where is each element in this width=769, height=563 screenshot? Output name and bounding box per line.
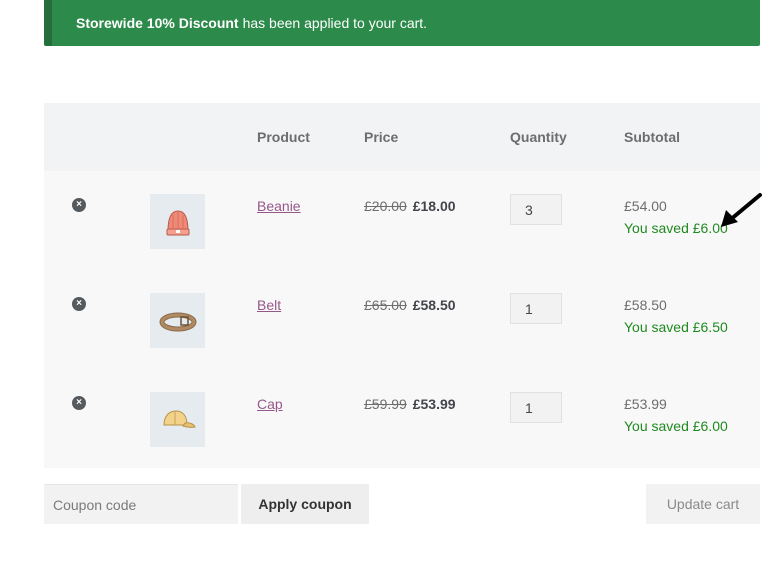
product-name-link[interactable]: Belt bbox=[257, 297, 281, 313]
remove-item-icon[interactable]: × bbox=[72, 297, 86, 311]
line-subtotal: £54.00 bbox=[624, 198, 667, 214]
product-price: £20.00 £18.00 bbox=[364, 198, 456, 214]
update-cart-button[interactable]: Update cart bbox=[646, 484, 760, 524]
sale-price: £58.50 bbox=[412, 297, 456, 313]
cap-icon bbox=[162, 409, 196, 428]
annotation-arrow-icon bbox=[721, 193, 762, 227]
sale-price: £53.99 bbox=[412, 396, 456, 412]
coupon-code-input[interactable] bbox=[44, 484, 238, 524]
sale-price: £18.00 bbox=[412, 198, 456, 214]
apply-coupon-button[interactable]: Apply coupon bbox=[241, 484, 369, 524]
product-thumbnail[interactable] bbox=[150, 194, 205, 249]
header-quantity: Quantity bbox=[510, 129, 567, 145]
header-subtotal: Subtotal bbox=[624, 129, 680, 145]
table-row: × Beanie £20.00 £18.00 £54.00 You saved … bbox=[44, 171, 760, 270]
product-thumbnail[interactable] bbox=[150, 392, 205, 447]
savings-text: You saved £6.50 bbox=[624, 319, 728, 335]
line-subtotal: £58.50 bbox=[624, 297, 667, 313]
product-price: £59.99 £53.99 bbox=[364, 396, 456, 412]
quantity-input[interactable] bbox=[510, 194, 562, 225]
belt-icon bbox=[159, 312, 196, 331]
product-price: £65.00 £58.50 bbox=[364, 297, 456, 313]
discount-notice: Storewide 10% Discount has been applied … bbox=[44, 0, 760, 46]
line-subtotal: £53.99 bbox=[624, 396, 667, 412]
table-row: × Cap £59.99 £53.99 £53.99 You saved £6.… bbox=[44, 369, 760, 468]
quantity-input[interactable] bbox=[510, 392, 562, 423]
original-price: £59.99 bbox=[364, 396, 407, 412]
savings-text: You saved £6.00 bbox=[624, 418, 728, 434]
cart-table-header: Product Price Quantity Subtotal bbox=[44, 103, 760, 171]
product-name-link[interactable]: Cap bbox=[257, 396, 283, 412]
table-row: × Belt £65.00 £58.50 £58.50 You saved £6… bbox=[44, 270, 760, 369]
header-price: Price bbox=[364, 129, 399, 145]
original-price: £65.00 bbox=[364, 297, 407, 313]
beanie-icon bbox=[166, 209, 189, 235]
savings-text: You saved £6.00 bbox=[624, 220, 728, 236]
header-product: Product bbox=[257, 129, 310, 145]
remove-item-icon[interactable]: × bbox=[72, 198, 86, 212]
notice-bold-text: Storewide 10% Discount bbox=[76, 15, 239, 31]
remove-item-icon[interactable]: × bbox=[72, 396, 86, 410]
cart-table: Product Price Quantity Subtotal × Beanie… bbox=[44, 103, 760, 468]
product-name-link[interactable]: Beanie bbox=[257, 198, 301, 214]
original-price: £20.00 bbox=[364, 198, 407, 214]
cart-actions: Apply coupon Update cart bbox=[44, 484, 760, 524]
notice-text: has been applied to your cart. bbox=[242, 15, 428, 31]
quantity-input[interactable] bbox=[510, 293, 562, 324]
product-thumbnail[interactable] bbox=[150, 293, 205, 348]
